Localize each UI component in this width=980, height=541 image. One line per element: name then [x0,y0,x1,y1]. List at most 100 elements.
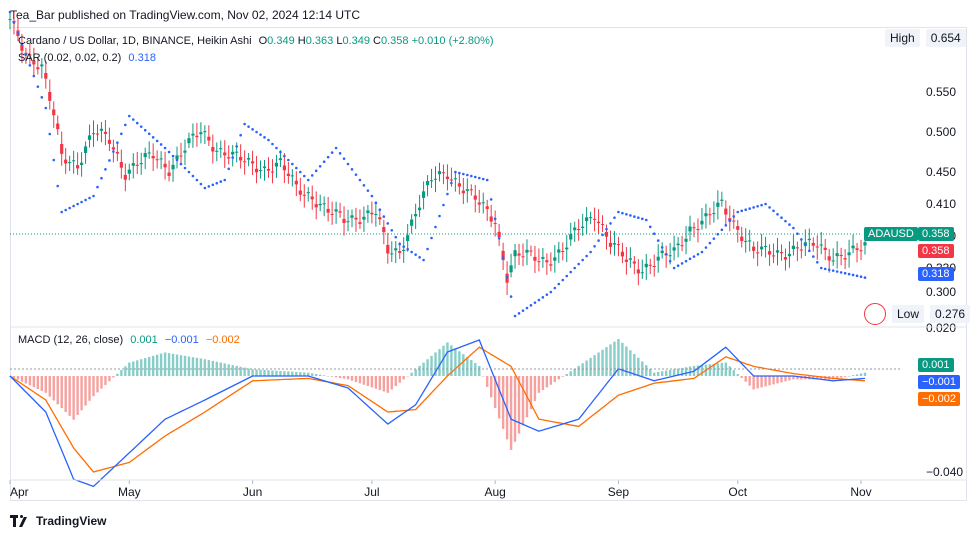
macd-hist-bar [151,355,155,376]
candle-body [123,174,127,180]
candle-body [191,133,195,136]
candle-body [720,199,724,201]
sar-dot [354,173,358,176]
candle-body [573,227,577,231]
macd-hist-bar [565,373,568,376]
macd-hist-bar [406,376,409,377]
candle-body [533,256,537,261]
macd-hist-bar [159,353,163,376]
alert-icon[interactable] [864,303,886,325]
macd-hist-bar [235,365,238,376]
sar-dot [450,181,453,185]
tradingview-footer[interactable]: TradingView [10,514,106,528]
sar-dot [414,253,417,256]
macd-hist-bar [92,376,95,397]
macd-histogram [8,339,867,450]
sar-dot [736,210,740,214]
candle-body [843,258,847,260]
sar-dot [477,176,481,180]
sar-dot [310,174,314,177]
sar-dot [112,150,115,153]
candle-body [660,250,664,254]
sar-dot [660,246,664,249]
sar-dot [394,235,398,239]
candle-body [203,131,207,133]
macd-hist-bar [593,355,596,376]
sar-dot [28,64,32,67]
candle-body [175,155,179,160]
macd-hist-bar [772,376,775,385]
candle-body [485,206,489,209]
candle-body [318,203,322,206]
macd-hist-bar [44,376,47,393]
candle-body [799,249,803,251]
sar-dot [625,212,628,216]
sar-dot [597,239,600,242]
macd-hist-bar [513,376,517,442]
candle-body [827,256,831,261]
sar-dot [446,192,449,196]
sar-dot [831,269,835,272]
macd-hist-bar [28,376,32,386]
candle-body [143,153,147,158]
macd-hist-bar [744,376,747,382]
macd-hist-bar [601,349,604,376]
macd-hist-bar [187,356,191,376]
candle-body [763,245,768,247]
candle-body [290,175,294,177]
candle-body [688,226,692,232]
candle-body [402,249,406,252]
macd-hist-bar [517,376,521,434]
candle-body [636,269,640,274]
macd-hist-bar [446,342,449,376]
sar-dot [187,170,191,174]
macd-hist-bar [780,376,783,383]
close-value: 0.358 [380,35,409,47]
macd-hist-bar [660,371,664,376]
sar-dot [481,177,485,181]
sar-dot [143,128,147,132]
macd-hist-bar [183,355,187,376]
macd-hist-bar [52,376,55,401]
macd-hist-bar [326,376,330,377]
macd-hist-bar [486,376,489,387]
sar-dot [40,96,44,99]
candle-body [672,247,676,251]
candle-body [565,247,569,250]
candle-body [171,164,175,170]
sar-dot [521,309,525,312]
candle-body [155,159,159,161]
sar-dot [402,245,405,248]
macd-hist-bar [239,366,242,376]
macd-hist-bar [577,365,580,376]
sar-dot [235,145,238,148]
candle-body [716,202,720,207]
macd-hist-bar [573,368,576,376]
sar-dot [302,174,306,178]
candle-body [310,196,314,200]
candle-body [274,162,279,167]
candle-body [223,152,227,156]
macd-hist-bar [609,344,612,376]
candle-body [561,250,565,253]
macd-hist-bar [60,376,63,409]
sar-dot [541,296,545,299]
candle-body [767,251,772,255]
candle-body [704,213,708,217]
sar-dot [430,236,433,240]
chart-canvas[interactable]: 0.3000.3300.3700.4100.4500.5000.5500.020… [0,0,980,541]
candle-body [183,150,187,153]
candle-body [350,215,354,218]
macd-hist-bar [657,371,660,376]
candle-body [418,207,422,211]
sar-dot [804,243,807,247]
macd-hist-bar [175,354,179,376]
open-value: 0.349 [267,35,295,47]
candle-body [266,168,271,171]
candle-body [807,238,811,241]
sar-dot [676,264,680,268]
macd-hist-bar [788,376,791,381]
macd-hist-bar [350,376,354,381]
candle-body [445,176,450,179]
macd-hist-bar [716,363,720,376]
